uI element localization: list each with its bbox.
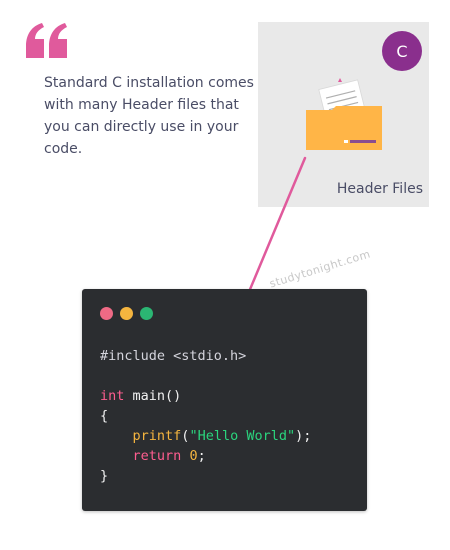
hello-world-string: "Hello World"	[189, 428, 296, 444]
c-language-badge: C	[382, 31, 422, 71]
int-keyword: int	[100, 388, 125, 404]
folder-icon	[306, 78, 382, 150]
code-line-open-brace: {	[100, 406, 311, 426]
window-controls	[100, 307, 153, 320]
code-line-main: int main()	[100, 386, 311, 406]
close-dot[interactable]	[100, 307, 113, 320]
header-files-caption: Header Files	[336, 181, 423, 197]
main-signature: main()	[124, 388, 182, 404]
code-line-printf: printf("Hello World");	[100, 426, 312, 446]
return-value: 0	[189, 448, 198, 464]
printf-call: printf	[132, 428, 182, 444]
code-block: #include <stdio.h> int main() { printf("…	[100, 346, 311, 486]
include-directive: #include <stdio.h>	[100, 348, 247, 364]
minimize-dot[interactable]	[120, 307, 133, 320]
printf-close: );	[295, 428, 312, 444]
return-semicolon: ;	[197, 448, 206, 464]
code-line-include: #include <stdio.h>	[100, 346, 311, 366]
maximize-dot[interactable]	[140, 307, 153, 320]
return-keyword: return	[132, 448, 182, 464]
watermark-text: studytonight.com	[268, 247, 373, 291]
quote-mark-icon	[26, 23, 67, 58]
badge-letter: C	[396, 41, 408, 61]
quote-text: Standard C installation comes with many …	[44, 75, 254, 157]
code-window: #include <stdio.h> int main() { printf("…	[82, 289, 367, 511]
code-line-close-brace: }	[100, 466, 311, 486]
open-brace: {	[100, 408, 109, 424]
close-brace: }	[100, 468, 109, 484]
code-line-return: return 0;	[100, 446, 311, 466]
